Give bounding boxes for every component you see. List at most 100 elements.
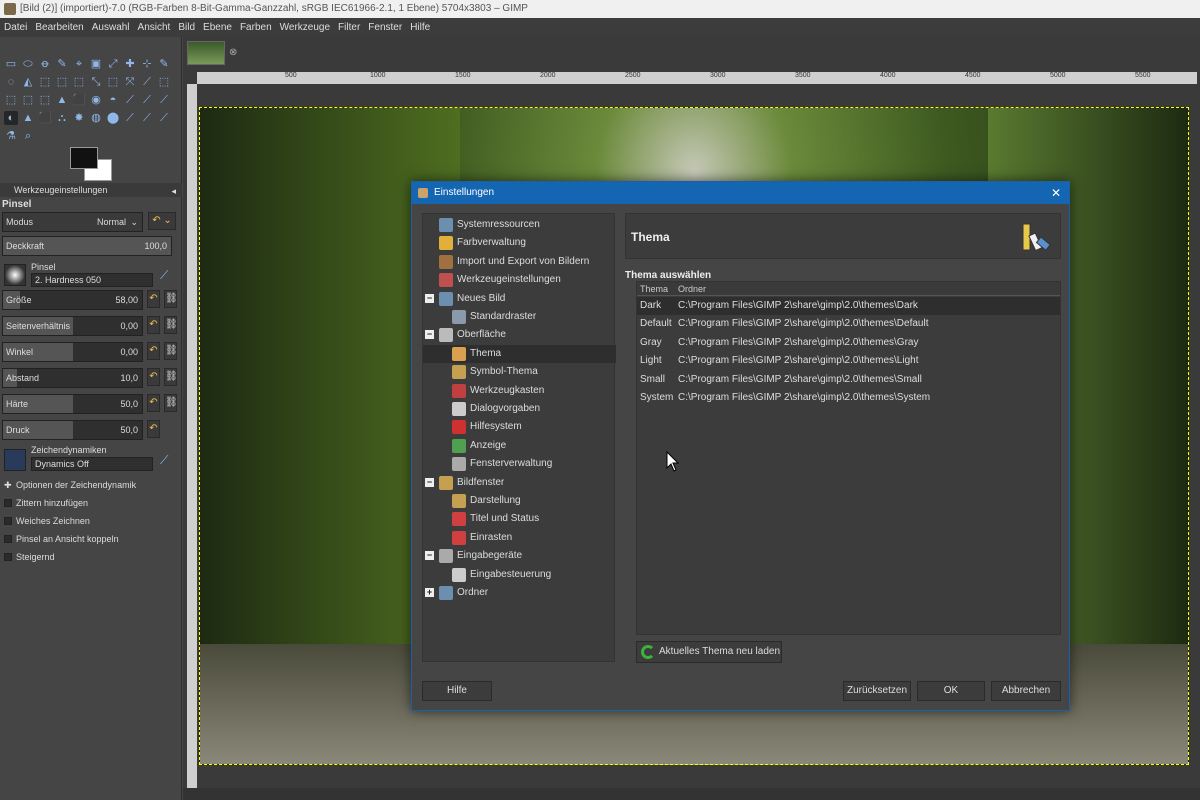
- tree-item-thema[interactable]: Thema: [423, 344, 616, 363]
- tool-icon-4[interactable]: ⌖: [72, 57, 86, 71]
- collapse-icon[interactable]: −: [425, 551, 434, 561]
- collapse-icon[interactable]: −: [425, 293, 434, 303]
- tree-item-import-und-export-von-bildern[interactable]: Import und Export von Bildern: [423, 253, 616, 271]
- dynamics-icon[interactable]: [4, 449, 26, 471]
- tool-icon-28[interactable]: ⟋: [140, 93, 154, 107]
- option-checkbox-2[interactable]: Weiches Zeichnen: [4, 514, 180, 528]
- slider-5[interactable]: Druck 50,0: [2, 420, 143, 440]
- tool-icon-7[interactable]: ✚: [123, 57, 137, 71]
- tree-item-werkzeugeinstellungen[interactable]: Werkzeugeinstellungen: [423, 271, 616, 289]
- dynamics-options-expander[interactable]: ✚ Optionen der Zeichendynamik: [4, 478, 180, 492]
- theme-row-system[interactable]: System C:\Program Files\GIMP 2\share\gim…: [637, 389, 1060, 407]
- close-icon[interactable]: ✕: [1051, 182, 1061, 204]
- reset-icon[interactable]: ↶: [147, 290, 160, 308]
- reset-icon[interactable]: ↶: [147, 420, 160, 438]
- tool-icon-18[interactable]: ⟋: [140, 75, 154, 89]
- menu-item-8[interactable]: Filter: [338, 22, 360, 33]
- checkbox-box[interactable]: [4, 535, 12, 543]
- reset-icon[interactable]: ↶: [147, 316, 160, 334]
- tool-icon-17[interactable]: ⤧: [123, 75, 137, 89]
- tool-icon-15[interactable]: ⤡: [89, 75, 103, 89]
- tool-icon-0[interactable]: ▭: [4, 57, 18, 71]
- tree-item-titel-und-status[interactable]: Titel und Status: [423, 510, 616, 528]
- reload-theme-button[interactable]: Aktuelles Thema neu laden: [636, 641, 782, 663]
- theme-row-light[interactable]: Light C:\Program Files\GIMP 2\share\gimp…: [637, 352, 1060, 370]
- menu-item-6[interactable]: Farben: [240, 22, 272, 33]
- tree-item-hilfesystem[interactable]: Hilfesystem: [423, 418, 616, 436]
- link-icon[interactable]: ⛓: [164, 368, 178, 386]
- reset-icon[interactable]: ↶: [147, 342, 160, 360]
- tool-icon-25[interactable]: ◉: [89, 93, 103, 107]
- tool-icon-13[interactable]: ⬚: [55, 75, 69, 89]
- tool-icon-34[interactable]: ✸: [72, 111, 86, 125]
- menu-item-0[interactable]: Datei: [4, 22, 27, 33]
- tree-item-oberfl-che[interactable]: − Oberfläche: [423, 326, 616, 344]
- tree-item-bildfenster[interactable]: − Bildfenster: [423, 474, 616, 492]
- tree-item-standardraster[interactable]: Standardraster: [423, 308, 616, 326]
- expand-icon[interactable]: +: [425, 588, 434, 597]
- menu-item-7[interactable]: Werkzeuge: [280, 22, 330, 33]
- slider-4[interactable]: Härte 50,0: [2, 394, 143, 414]
- theme-row-default[interactable]: Default C:\Program Files\GIMP 2\share\gi…: [637, 315, 1060, 333]
- tree-item-eingabeger-te[interactable]: − Eingabegeräte: [423, 547, 616, 565]
- slider-3[interactable]: Abstand 10,0: [2, 368, 143, 388]
- tool-icon-16[interactable]: ⬚: [106, 75, 120, 89]
- tree-item-werkzeugkasten[interactable]: Werkzeugkasten: [423, 382, 616, 400]
- slider-1[interactable]: Seitenverhältnis 0,00: [2, 316, 143, 336]
- image-tab-thumbnail[interactable]: [187, 41, 225, 65]
- fg-bg-color-swatches[interactable]: [70, 147, 112, 181]
- checkbox-box[interactable]: [4, 499, 12, 507]
- tree-item-symbol-thema[interactable]: Symbol-Thema: [423, 363, 616, 381]
- tool-icon-29[interactable]: ⟋: [157, 93, 171, 107]
- menu-item-5[interactable]: Ebene: [203, 22, 232, 33]
- tool-icon-24[interactable]: ⬛: [72, 93, 86, 107]
- checkbox-box[interactable]: [4, 553, 12, 561]
- tree-item-farbverwaltung[interactable]: Farbverwaltung: [423, 234, 616, 252]
- column-folder[interactable]: Ordner: [678, 282, 706, 296]
- tool-icon-27[interactable]: ⟋: [123, 93, 137, 107]
- tool-icon-38[interactable]: ⟋: [140, 111, 154, 125]
- tool-icon-35[interactable]: ◍: [89, 111, 103, 125]
- tree-item-fensterverwaltung[interactable]: Fensterverwaltung: [423, 455, 616, 473]
- collapse-icon[interactable]: −: [425, 477, 434, 487]
- tool-icon-39[interactable]: ⟋: [157, 111, 171, 125]
- tool-icon-40[interactable]: ⚗: [4, 129, 18, 143]
- tree-item-ordner[interactable]: + Ordner: [423, 584, 616, 602]
- panel-menu-icon[interactable]: ◂: [171, 184, 176, 198]
- foreground-color[interactable]: [70, 147, 98, 169]
- brush-edit-icon[interactable]: ⟋: [160, 268, 168, 283]
- reset-icon[interactable]: ↶: [147, 368, 160, 386]
- dynamics-field[interactable]: Dynamics Off: [31, 457, 153, 471]
- tool-options-tab[interactable]: Werkzeugeinstellungen ◂: [0, 183, 182, 197]
- reset-icon[interactable]: ↶: [147, 394, 160, 412]
- tool-icon-26[interactable]: ◓: [106, 93, 120, 107]
- tool-icon-33[interactable]: ⛬: [55, 111, 69, 125]
- tree-item-eingabesteuerung[interactable]: Eingabesteuerung: [423, 566, 616, 584]
- opacity-slider[interactable]: Deckkraft 100,0: [2, 236, 172, 256]
- reset-button[interactable]: Zurücksetzen: [843, 681, 911, 701]
- mode-select[interactable]: Modus Normal ⌄: [2, 212, 143, 232]
- tool-icon-31[interactable]: ▲: [21, 111, 35, 125]
- tool-icon-11[interactable]: ◭: [21, 75, 35, 89]
- menu-item-10[interactable]: Hilfe: [410, 22, 430, 33]
- menu-item-1[interactable]: Bearbeiten: [35, 22, 83, 33]
- link-icon[interactable]: ⛓: [164, 342, 178, 360]
- mode-switch-button[interactable]: ↶ ⌄: [148, 212, 176, 230]
- tool-icon-32[interactable]: ⬛: [38, 111, 52, 125]
- horizontal-scrollbar[interactable]: [183, 788, 1200, 800]
- cancel-button[interactable]: Abbrechen: [991, 681, 1061, 701]
- column-theme[interactable]: Thema: [640, 282, 668, 296]
- tool-icon-23[interactable]: ▲: [55, 93, 69, 107]
- theme-row-small[interactable]: Small C:\Program Files\GIMP 2\share\gimp…: [637, 371, 1060, 389]
- tool-icon-5[interactable]: ▣: [89, 57, 103, 71]
- tool-icon-37[interactable]: ⟋: [123, 111, 137, 125]
- slider-0[interactable]: Größe 58,00: [2, 290, 143, 310]
- link-icon[interactable]: ⛓: [164, 316, 178, 334]
- tool-icon-12[interactable]: ⬚: [38, 75, 52, 89]
- menu-item-4[interactable]: Bild: [178, 22, 195, 33]
- collapse-icon[interactable]: −: [425, 330, 434, 340]
- tree-item-dialogvorgaben[interactable]: Dialogvorgaben: [423, 400, 616, 418]
- theme-row-dark[interactable]: Dark C:\Program Files\GIMP 2\share\gimp\…: [637, 297, 1060, 315]
- tool-icon-10[interactable]: ◌: [4, 75, 18, 89]
- ok-button[interactable]: OK: [917, 681, 985, 701]
